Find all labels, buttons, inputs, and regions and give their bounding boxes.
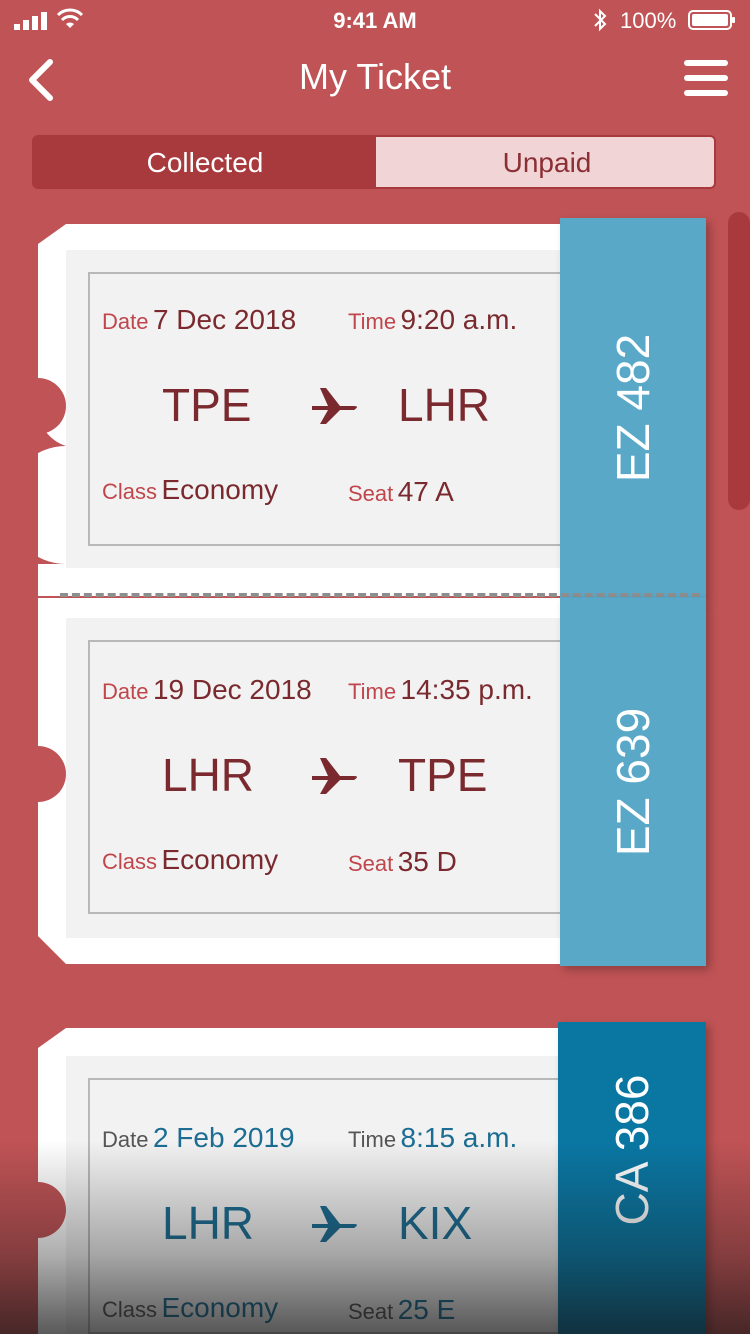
seat-field: Seat 35 D: [348, 846, 457, 878]
time-field: Time 8:15 a.m.: [348, 1122, 517, 1154]
flight-number-tag: EZ 639: [560, 598, 706, 966]
time-field: Time 9:20 a.m.: [348, 304, 517, 336]
origin-code: LHR: [162, 1197, 255, 1249]
origin-code: TPE: [162, 379, 252, 431]
perforation-divider: [60, 593, 700, 597]
ticket-tabs: Collected Unpaid: [32, 135, 716, 189]
time-value: 14:35 p.m.: [400, 674, 533, 705]
airplane-icon: [312, 758, 357, 794]
nav-bar: My Ticket: [0, 40, 750, 120]
date-field: Date 7 Dec 2018: [102, 304, 296, 336]
destination-code: LHR: [398, 379, 491, 431]
time-label: Time: [348, 679, 397, 704]
class-value: Economy: [161, 1292, 279, 1323]
battery-percent: 100%: [620, 8, 677, 33]
date-label: Date: [102, 1127, 149, 1152]
flight-number-tag: EZ 482: [560, 218, 706, 598]
seat-value: 35 D: [397, 846, 457, 877]
destination-code: TPE: [398, 749, 488, 801]
time-value: 8:15 a.m.: [400, 1122, 518, 1153]
flight-number-tag: CA 386: [558, 1022, 706, 1334]
seat-value: 25 E: [397, 1294, 456, 1325]
class-label: Class: [102, 479, 158, 504]
time-label: Time: [348, 309, 397, 334]
seat-value: 47 A: [397, 476, 454, 507]
flight-number: EZ 482: [607, 333, 659, 483]
ticket-card[interactable]: Date 2 Feb 2019 Time 8:15 a.m. LHR KIX C…: [38, 1022, 708, 1334]
date-label: Date: [102, 679, 149, 704]
seat-label: Seat: [348, 1299, 394, 1324]
flight-number: CA 386: [606, 1074, 658, 1226]
class-label: Class: [102, 849, 158, 874]
hamburger-menu-icon[interactable]: [682, 58, 730, 98]
seat-field: Seat 47 A: [348, 476, 454, 508]
date-value: 2 Feb 2019: [152, 1122, 295, 1153]
class-field: Class Economy: [102, 1292, 278, 1324]
class-value: Economy: [161, 474, 279, 505]
scrollbar[interactable]: [728, 212, 750, 510]
class-field: Class Economy: [102, 844, 278, 876]
bluetooth-icon: [594, 8, 607, 32]
class-value: Economy: [161, 844, 279, 875]
seat-label: Seat: [348, 481, 394, 506]
ticket-card[interactable]: Date 7 Dec 2018 Time 9:20 a.m. TPE LHR C…: [38, 218, 708, 598]
airplane-icon: [312, 1206, 357, 1242]
page-title: My Ticket: [298, 56, 451, 97]
airplane-icon: [312, 388, 357, 424]
date-value: 7 Dec 2018: [152, 304, 297, 335]
time-label: Time: [348, 1127, 397, 1152]
date-value: 19 Dec 2018: [152, 674, 312, 705]
status-bar: 9:41 AM 100%: [0, 0, 750, 40]
class-label: Class: [102, 1297, 158, 1322]
tab-collected[interactable]: Collected: [34, 137, 376, 187]
date-field: Date 19 Dec 2018: [102, 674, 312, 706]
date-field: Date 2 Feb 2019: [102, 1122, 295, 1154]
flight-number: EZ 639: [607, 707, 659, 857]
time-field: Time 14:35 p.m.: [348, 674, 533, 706]
time-value: 9:20 a.m.: [400, 304, 518, 335]
tab-unpaid[interactable]: Unpaid: [376, 137, 714, 187]
date-label: Date: [102, 309, 149, 334]
class-field: Class Economy: [102, 474, 278, 506]
origin-code: LHR: [162, 749, 255, 801]
battery-icon: [688, 10, 735, 30]
seat-label: Seat: [348, 851, 394, 876]
ticket-card[interactable]: Date 19 Dec 2018 Time 14:35 p.m. LHR TPE…: [38, 598, 708, 966]
destination-code: KIX: [398, 1197, 473, 1249]
seat-field: Seat 25 E: [348, 1294, 455, 1326]
